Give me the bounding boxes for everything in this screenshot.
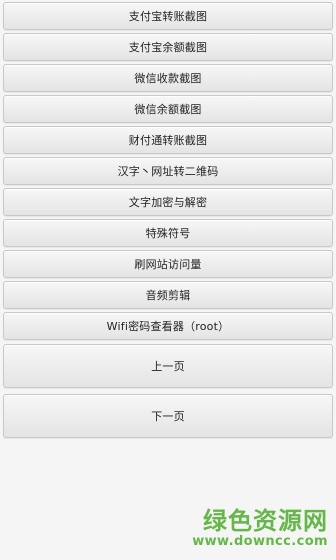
menu-item-label: 汉字丶网址转二维码 <box>117 165 219 178</box>
special-symbols-button[interactable]: 特殊符号 <box>3 219 333 247</box>
text-encrypt-decrypt-button[interactable]: 文字加密与解密 <box>3 188 333 216</box>
previous-page-button[interactable]: 上一页 <box>3 344 333 388</box>
menu-item-label: 支付宝余额截图 <box>128 41 208 54</box>
wechat-receipt-screenshot-button[interactable]: 微信收款截图 <box>3 64 333 92</box>
wechat-balance-screenshot-button[interactable]: 微信余额截图 <box>3 95 333 123</box>
watermark-url: www.downcc.com <box>192 534 328 550</box>
menu-item-label: 下一页 <box>151 410 185 423</box>
menu-item-label: 微信收款截图 <box>134 72 202 85</box>
menu-item-label: 微信余额截图 <box>134 103 202 116</box>
audio-editor-button[interactable]: 音频剪辑 <box>3 281 333 309</box>
menu-item-label: 特殊符号 <box>145 227 191 240</box>
menu-item-label: Wifi密码查看器（root） <box>106 320 230 333</box>
watermark: 绿色资源网 www.downcc.com <box>188 509 328 550</box>
alipay-transfer-screenshot-button[interactable]: 支付宝转账截图 <box>3 2 333 30</box>
menu-item-label: 财付通转账截图 <box>128 134 208 147</box>
menu-item-label: 支付宝转账截图 <box>128 10 208 23</box>
tenpay-transfer-screenshot-button[interactable]: 财付通转账截图 <box>3 126 333 154</box>
text-url-to-qrcode-button[interactable]: 汉字丶网址转二维码 <box>3 157 333 185</box>
next-page-button[interactable]: 下一页 <box>3 394 333 438</box>
website-traffic-button[interactable]: 刷网站访问量 <box>3 250 333 278</box>
menu-item-label: 文字加密与解密 <box>128 196 208 209</box>
alipay-balance-screenshot-button[interactable]: 支付宝余额截图 <box>3 33 333 61</box>
watermark-title: 绿色资源网 <box>203 507 328 536</box>
menu-item-label: 刷网站访问量 <box>134 258 202 271</box>
menu-item-label: 音频剪辑 <box>145 289 191 302</box>
menu-item-label: 上一页 <box>151 360 185 373</box>
wifi-password-viewer-button[interactable]: Wifi密码查看器（root） <box>3 312 333 340</box>
